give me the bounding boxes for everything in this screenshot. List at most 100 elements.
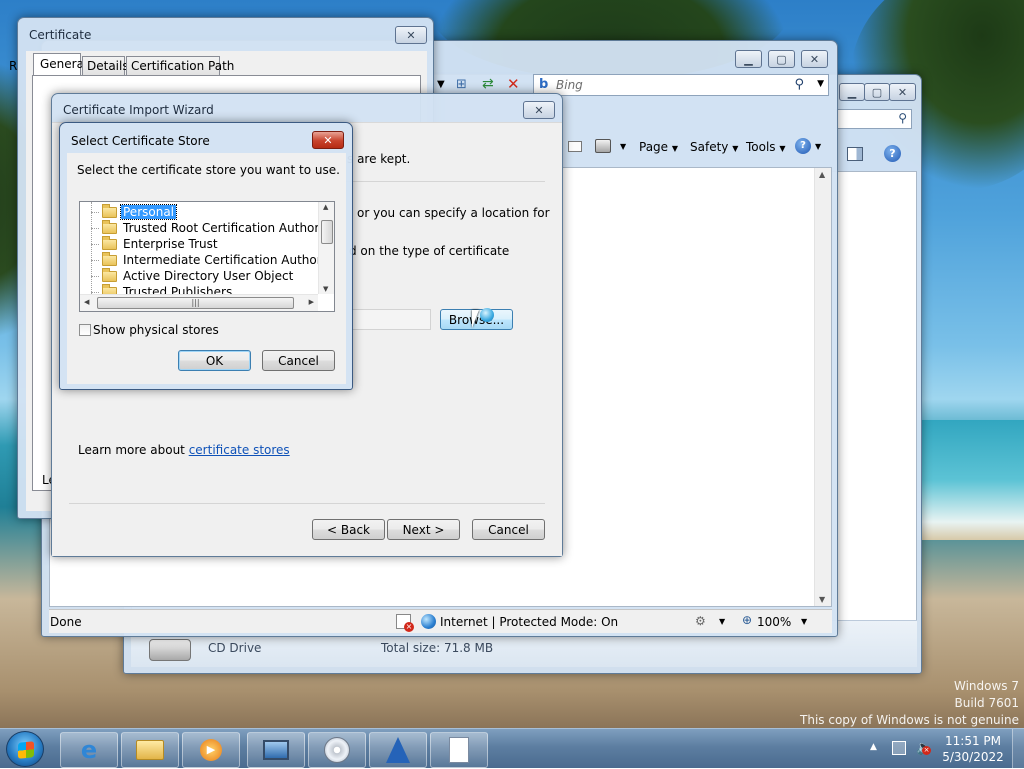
page-menu-label: Page [639, 140, 669, 154]
page-menu[interactable]: Page ▼ [639, 140, 678, 154]
tree-branch-line [91, 276, 99, 277]
show-physical-stores-label[interactable]: Show physical stores [93, 323, 219, 337]
tools-menu-label: Tools [746, 140, 776, 154]
certificate-left-fragment-r: R [9, 59, 18, 73]
certificate-stores-link[interactable]: certificate stores [189, 443, 290, 457]
status-text: Done [50, 615, 82, 629]
tree-vertical-thumb[interactable] [321, 220, 333, 244]
zoom-level[interactable]: 100% [757, 615, 791, 629]
store-item[interactable]: Enterprise Trust [91, 235, 220, 252]
store-item[interactable]: Active Directory User Object [91, 267, 295, 284]
start-button[interactable] [6, 731, 44, 767]
store-item-label: Intermediate Certification Authorities [123, 253, 335, 267]
zoom-dropdown-icon[interactable]: ▼ [801, 617, 807, 626]
add-ons-icon[interactable]: ⚙ [695, 614, 706, 628]
tree-horizontal-thumb[interactable]: ||| [97, 297, 294, 309]
tools-menu[interactable]: Tools ▼ [746, 140, 786, 154]
tab-details[interactable]: Details [82, 56, 129, 75]
taskbar-disc-app[interactable] [308, 732, 366, 768]
search-icon[interactable]: ⚲ [794, 77, 804, 92]
show-desktop-button[interactable] [1012, 729, 1024, 769]
taskbar-windows-explorer[interactable] [121, 732, 179, 768]
explorer-close-button[interactable]: ✕ [889, 83, 916, 101]
help-icon[interactable]: ? [884, 145, 901, 162]
command-bar: ▼ Page ▼ Safety ▼ Tools ▼ ? ▼ [557, 135, 835, 159]
taskbar: e ▶ ▲ 🔈× 11:51 PM 5/30/2022 [0, 728, 1024, 769]
learn-more-text: Learn more about certificate stores [78, 443, 290, 457]
stop-icon[interactable]: ✕ [507, 75, 520, 93]
store-cancel-button[interactable]: Cancel [262, 350, 335, 371]
show-physical-stores-checkbox[interactable] [79, 324, 91, 336]
next-button[interactable]: Next > [387, 519, 460, 540]
tree-horizontal-scrollbar[interactable]: ◀ ||| ▶ [80, 294, 318, 311]
explorer-minimize-button[interactable]: ▁ [839, 83, 865, 101]
internet-zone-icon [421, 614, 436, 629]
tab-general[interactable]: General [33, 53, 87, 75]
back-button[interactable]: < Back [312, 519, 385, 540]
safety-menu[interactable]: Safety ▼ [690, 140, 738, 154]
folder-icon [136, 740, 164, 760]
explorer-maximize-button[interactable]: ▢ [864, 83, 890, 101]
ie-maximize-button[interactable]: ▢ [768, 50, 795, 68]
tree-branch-line [91, 244, 99, 245]
store-tree-view[interactable]: Personal Trusted Root Certification Autho… [79, 201, 335, 312]
store-item-label: Personal [119, 204, 178, 220]
store-item[interactable]: Trusted Root Certification Authorities [91, 219, 334, 236]
taskbar-document[interactable] [430, 732, 488, 768]
store-item[interactable]: Personal [91, 203, 178, 220]
select-store-client: Select the certificate store you want to… [67, 153, 346, 384]
search-dropdown-icon[interactable]: ▼ [817, 79, 824, 89]
read-mail-icon[interactable] [568, 141, 582, 152]
taskbar-media-player[interactable]: ▶ [182, 732, 240, 768]
wizard-cancel-button[interactable]: Cancel [472, 519, 545, 540]
tree-branch-line [91, 212, 99, 213]
zoom-icon[interactable]: ⊕ [742, 613, 752, 627]
explorer-search-icon[interactable]: ⚲ [898, 111, 907, 125]
tree-branch-line [91, 292, 99, 293]
help-dropdown-icon[interactable]: ▼ [815, 142, 821, 151]
blocked-popup-icon[interactable]: × [396, 614, 414, 632]
taskbar-internet-explorer[interactable]: e [60, 732, 118, 768]
volume-muted-icon[interactable]: 🔈× [916, 740, 933, 756]
store-item[interactable]: Intermediate Certification Authorities [91, 251, 335, 268]
protected-mode-text[interactable]: Internet | Protected Mode: On [440, 615, 618, 629]
refresh-icon[interactable]: ⇄ [482, 76, 494, 92]
compatibility-view-icon[interactable]: ⊞ [456, 77, 467, 92]
ie-status-bar: Done × Internet | Protected Mode: On ⚙ ▼… [49, 609, 832, 633]
help-menu-icon[interactable]: ? [795, 138, 811, 154]
preview-pane-icon[interactable] [847, 147, 863, 161]
taskbar-remote-desktop[interactable] [247, 732, 305, 768]
tree-vertical-scrollbar[interactable]: ▲ ▼ [318, 202, 334, 294]
wizard-text-line1: s are kept. [347, 152, 411, 166]
computer-icon [263, 740, 289, 760]
network-icon[interactable] [892, 741, 906, 755]
wizard-separator-bottom [69, 503, 545, 504]
tab-general-label: General [40, 57, 88, 71]
show-hidden-icons[interactable]: ▲ [870, 742, 877, 752]
clock[interactable]: 11:51 PM 5/30/2022 [940, 733, 1006, 765]
select-store-dialog[interactable]: Select Certificate Store ✕ Select the ce… [59, 122, 353, 390]
certificate-close-button[interactable]: ✕ [395, 26, 427, 44]
search-box[interactable]: b Bing ⚲ ▼ [533, 74, 829, 96]
folder-icon [102, 251, 117, 266]
ie-minimize-button[interactable]: ▁ [735, 50, 762, 68]
tab-certification-path[interactable]: Certification Path [126, 56, 234, 75]
busy-spinner-icon [480, 308, 494, 322]
ok-button[interactable]: OK [178, 350, 251, 371]
ie-vertical-scrollbar[interactable]: ▲ ▼ [814, 168, 831, 606]
cd-drive-icon [149, 639, 191, 661]
taskbar-shark-app[interactable] [369, 732, 427, 768]
tree-branch-line [91, 260, 99, 261]
shark-fin-icon [386, 737, 410, 763]
media-player-icon: ▶ [200, 739, 222, 761]
import-wizard-close-button[interactable]: ✕ [523, 101, 555, 119]
explorer-address-bar[interactable]: ⚲ [836, 109, 912, 129]
add-ons-dropdown-icon[interactable]: ▼ [719, 617, 725, 626]
ie-close-button[interactable]: ✕ [801, 50, 828, 68]
select-store-close-button[interactable]: ✕ [312, 131, 344, 149]
print-icon[interactable] [595, 139, 611, 153]
wizard-text-line2: or you can specify a location for [357, 206, 550, 220]
address-dropdown-icon[interactable]: ▼ [437, 79, 445, 90]
certificate-store-field[interactable] [352, 309, 431, 330]
print-dropdown-icon[interactable]: ▼ [620, 142, 626, 151]
